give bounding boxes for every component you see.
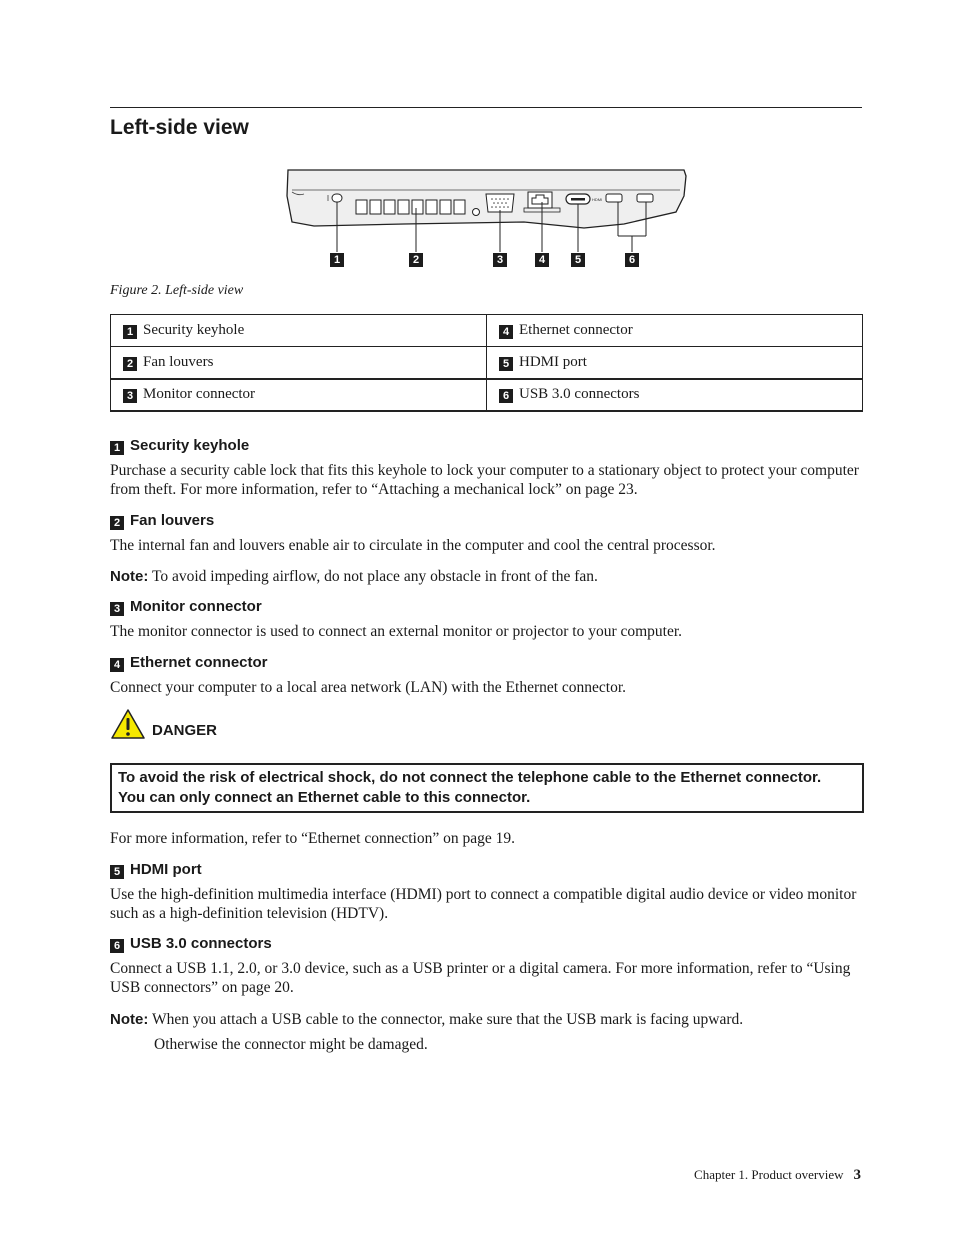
ethernet-more-info: For more information, refer to “Ethernet…	[110, 829, 862, 848]
note-label: Note:	[110, 568, 149, 585]
section-ethernet-connector: 4 Ethernet connector Connect your compute…	[110, 654, 862, 697]
section-fan-louvers: 2 Fan louvers The internal fan and louver…	[110, 512, 862, 586]
chapter-title: Chapter 1. Product overview	[694, 1167, 844, 1182]
table-row: 1 Security keyhole 4 Ethernet connector	[110, 314, 863, 347]
callout-5: 5	[571, 253, 585, 267]
section-heading: 5 HDMI port	[110, 861, 862, 879]
table-row: 3 Monitor connector 6 USB 3.0 connectors	[110, 378, 863, 412]
callout-badge: 3	[123, 389, 137, 403]
section-hdmi-port: 5 HDMI port Use the high-definition multi…	[110, 861, 862, 923]
page-number: 3	[853, 1167, 862, 1183]
callout-6: 6	[625, 253, 639, 267]
usb-port-glyph	[605, 193, 623, 203]
figure-caption: Figure 2. Left-side view	[110, 283, 244, 298]
note-continuation: Otherwise the connector might be damaged…	[154, 1036, 428, 1053]
danger-line: To avoid the risk of electrical shock, d…	[118, 769, 822, 786]
section-heading: 3 Monitor connector	[110, 598, 862, 616]
note-text: To avoid impeding airflow, do not place …	[151, 568, 598, 585]
heading-text: Monitor connector	[130, 598, 262, 615]
section-security-keyhole: 1 Security keyhole Purchase a security ca…	[110, 437, 862, 499]
callout-badge: 5	[110, 865, 124, 879]
danger-label: DANGER	[152, 722, 218, 739]
danger-line: You can only connect an Ethernet cable t…	[118, 789, 531, 806]
page-footer: Chapter 1. Product overview 3	[694, 1167, 861, 1184]
callout-badge: 5	[499, 356, 513, 371]
danger-notice: DANGER	[110, 708, 217, 740]
section-body: For more information, refer to “Ethernet…	[110, 830, 516, 847]
svg-text:HDMI: HDMI	[592, 197, 602, 202]
table-cell: 6 USB 3.0 connectors	[486, 378, 863, 412]
part-label: Fan louvers	[143, 353, 214, 370]
callout-3: 3	[493, 253, 507, 267]
part-label: USB 3.0 connectors	[519, 386, 640, 402]
part-label: Ethernet connector	[519, 322, 633, 338]
note-text: When you attach a USB cable to the conne…	[151, 1011, 744, 1028]
heading-text: USB 3.0 connectors	[130, 935, 272, 952]
callout-badge: 4	[110, 658, 124, 672]
section-body: Use the high-definition multimedia inter…	[110, 886, 857, 922]
note: Note: To avoid impeding airflow, do not …	[110, 567, 862, 586]
section-body: Purchase a security cable lock that fits…	[110, 462, 859, 498]
table-cell: 5 HDMI port	[486, 346, 863, 380]
left-side-figure: HDMI 1 2 3 4 5 6	[284, 166, 688, 270]
header-rule	[110, 107, 862, 108]
callout-badge: 1	[123, 325, 137, 339]
note-label: Note:	[110, 1011, 149, 1028]
danger-box: To avoid the risk of electrical shock, d…	[110, 763, 864, 813]
callout-badge: 2	[110, 516, 124, 530]
section-body: Connect your computer to a local area ne…	[110, 679, 627, 696]
warning-icon	[111, 709, 145, 739]
page-title: Left-side view	[110, 116, 249, 139]
note: Note: When you attach a USB cable to the…	[110, 1010, 862, 1029]
section-heading: 2 Fan louvers	[110, 512, 862, 530]
table-row: 2 Fan louvers 5 HDMI port	[110, 346, 863, 380]
security-keyhole-glyph	[331, 193, 343, 203]
section-body: The internal fan and louvers enable air …	[110, 537, 716, 554]
parts-table: 1 Security keyhole 4 Ethernet connector 2F…	[110, 314, 863, 412]
usb-port-glyph	[636, 193, 654, 203]
callout-1: 1	[330, 253, 344, 267]
table-cell: 4 Ethernet connector	[486, 314, 863, 347]
section-heading: 1 Security keyhole	[110, 437, 862, 455]
table-cell: 3 Monitor connector	[110, 378, 487, 412]
section-usb-connectors: 6 USB 3.0 connectors Connect a USB 1.1, 2…	[110, 935, 862, 1054]
callout-2: 2	[409, 253, 423, 267]
callout-4: 4	[535, 253, 549, 267]
heading-text: Security keyhole	[130, 437, 250, 454]
monitor-connector-glyph	[485, 193, 515, 213]
part-label: Monitor connector	[143, 386, 256, 402]
callout-badge: 3	[110, 602, 124, 616]
part-label: Security keyhole	[143, 322, 245, 338]
callout-badge: 6	[110, 939, 124, 953]
callout-badge: 1	[110, 441, 124, 455]
heading-text: HDMI port	[130, 861, 202, 878]
heading-text: Fan louvers	[130, 512, 215, 529]
section-monitor-connector: 3 Monitor connector The monitor connector…	[110, 598, 862, 641]
callout-badge: 4	[499, 325, 513, 339]
table-cell: 1 Security keyhole	[110, 314, 487, 347]
section-body: The monitor connector is used to connect…	[110, 623, 683, 640]
callout-badge: 2	[123, 356, 137, 371]
section-body: Connect a USB 1.1, 2.0, or 3.0 device, s…	[110, 960, 851, 996]
callout-badge: 6	[499, 389, 513, 403]
part-label: HDMI port	[519, 353, 587, 370]
heading-text: Ethernet connector	[130, 654, 268, 671]
section-heading: 6 USB 3.0 connectors	[110, 935, 862, 953]
table-cell: 2 Fan louvers	[110, 346, 487, 380]
section-heading: 4 Ethernet connector	[110, 654, 862, 672]
